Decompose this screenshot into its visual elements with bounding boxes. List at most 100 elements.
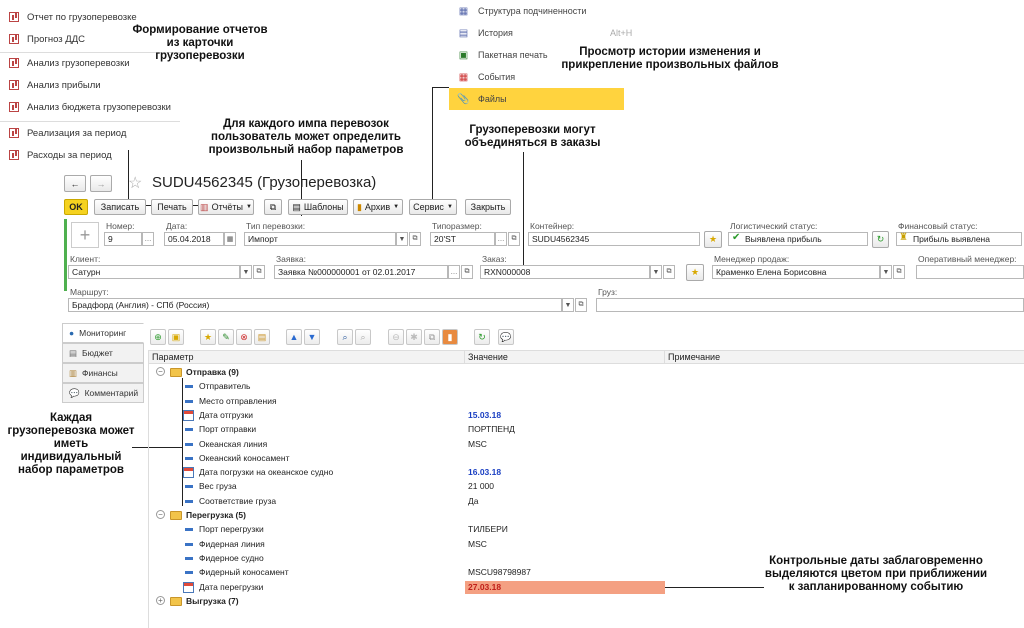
transport-type-field[interactable]: Импорт (244, 232, 396, 246)
order-field[interactable]: RXN000008 (480, 265, 650, 279)
settings-button[interactable]: ✱ (406, 329, 422, 345)
table-row[interactable]: Фидерная линия MSC (150, 538, 1024, 552)
table-group-row[interactable]: − Отправка (9) (150, 366, 1024, 380)
collapse-icon[interactable]: − (156, 510, 165, 519)
op-manager-field[interactable] (916, 265, 1024, 279)
manager-field[interactable]: Краменко Елена Борисовна (712, 265, 880, 279)
collapse-icon[interactable]: − (156, 367, 165, 376)
container-field[interactable]: SUDU4562345 (528, 232, 700, 246)
parameter-value[interactable]: ТИЛБЕРИ (468, 524, 508, 534)
favorite-button[interactable]: ★ (200, 329, 216, 345)
table-row[interactable]: Дата перегрузки 27.03.18 (150, 580, 1024, 595)
add-photo-button[interactable]: + (71, 222, 99, 248)
move-up-button[interactable]: ▲ (286, 329, 302, 345)
expand-icon[interactable]: + (156, 595, 165, 605)
log-status-field[interactable]: Выявлена прибыль (728, 232, 868, 246)
close-button[interactable]: Закрыть (465, 199, 511, 215)
date-field[interactable]: 05.04.2018 (164, 232, 224, 246)
menu-item-report[interactable]: Отчет по грузоперевозке (0, 6, 137, 28)
open-icon[interactable]: ⧉ (893, 265, 905, 279)
parameter-value[interactable]: MSC (468, 439, 487, 449)
parameter-value[interactable]: 15.03.18 (468, 410, 501, 420)
request-select-button[interactable]: … (448, 265, 460, 279)
table-row[interactable]: Вес груза 21 000 (150, 480, 1024, 494)
calendar-button[interactable]: ▦ (224, 232, 236, 246)
number-select-button[interactable]: … (142, 232, 154, 246)
delete-button[interactable]: ⊗ (236, 329, 252, 345)
column-header-value[interactable]: Значение (468, 352, 508, 362)
edit-button[interactable]: ✎ (218, 329, 234, 345)
add-row-button[interactable]: ⊕ (150, 329, 166, 345)
table-row[interactable]: Дата отгрузки 15.03.18 (150, 409, 1024, 423)
copy-button[interactable]: ⧉ (264, 199, 282, 215)
favorite-star-icon[interactable]: ☆ (128, 173, 142, 193)
tab-monitoring[interactable]: ● Мониторинг (62, 323, 144, 343)
tab-comment[interactable]: 💬 Комментарий (62, 383, 144, 403)
parameter-value[interactable]: MSC (468, 539, 487, 549)
table-row[interactable]: Океанская линия MSC (150, 438, 1024, 452)
menu-item-history[interactable]: ▤ История Alt+H (449, 22, 633, 44)
menu-item-profit[interactable]: Анализ прибыли (0, 74, 101, 96)
table-row[interactable]: Соответствие груза Да (150, 495, 1024, 509)
table-row[interactable]: Океанский коносамент (150, 452, 1024, 466)
print-button[interactable]: Печать (151, 199, 193, 215)
reports-button[interactable]: ▥ Отчёты ▼ (198, 199, 254, 215)
parameter-value[interactable]: Да (468, 496, 478, 506)
back-button[interactable]: ← (64, 175, 86, 192)
menu-item-structure[interactable]: ▦ Структура подчиненности (449, 0, 624, 22)
tab-budget[interactable]: ▤ Бюджет (62, 343, 144, 363)
table-row[interactable]: Место отправления (150, 395, 1024, 409)
fin-status-field[interactable]: Прибыль выявлена (896, 232, 1022, 246)
parameter-value[interactable]: 16.03.18 (468, 467, 501, 477)
refresh-button[interactable]: ↻ (872, 231, 889, 248)
table-row[interactable]: Фидерный коносамент MSCU98798987 (150, 566, 1024, 580)
search-clear-button[interactable]: ⌕ (355, 329, 371, 345)
refresh-table-button[interactable]: ↻ (474, 329, 490, 345)
table-group-row[interactable]: − Перегрузка (5) (150, 509, 1024, 523)
filter-button[interactable]: ⊖ (388, 329, 404, 345)
chevron-down-icon[interactable]: ▼ (562, 298, 574, 312)
parameter-value[interactable]: ПОРТПЕНД (468, 424, 515, 434)
menu-item-dds-forecast[interactable]: Прогноз ДДС (0, 28, 85, 50)
chevron-down-icon[interactable]: ▼ (880, 265, 892, 279)
tab-finance[interactable]: ▥ Финансы (62, 363, 144, 383)
route-field[interactable]: Брадфорд (Англия) - СПб (Россия) (68, 298, 562, 312)
table-row[interactable]: Отправитель (150, 380, 1024, 394)
request-field[interactable]: Заявка №000000001 от 02.01.2017 (274, 265, 448, 279)
service-button[interactable]: Сервис ▼ (409, 199, 457, 215)
client-field[interactable]: Сатурн (68, 265, 240, 279)
export-button[interactable]: ▮ (442, 329, 458, 345)
parameter-value[interactable]: 21 000 (468, 481, 494, 491)
menu-item-expenses[interactable]: Расходы за период (0, 144, 112, 166)
ok-button[interactable]: OK (64, 199, 88, 215)
save-button[interactable]: Записать (94, 199, 146, 215)
open-icon[interactable]: ⧉ (508, 232, 520, 246)
search-button[interactable]: ⌕ (337, 329, 353, 345)
parameter-value[interactable]: 27.03.18 (465, 580, 665, 594)
table-row[interactable]: Дата погрузки на океанское судно 16.03.18 (150, 466, 1024, 480)
move-down-button[interactable]: ▼ (304, 329, 320, 345)
menu-item-analysis[interactable]: Анализ грузоперевозки (0, 52, 130, 74)
column-header-note[interactable]: Примечание (668, 352, 720, 362)
table-row[interactable]: Порт отправки ПОРТПЕНД (150, 423, 1024, 437)
templates-button[interactable]: ▤ Шаблоны (288, 199, 348, 215)
parameter-value[interactable]: MSCU98798987 (468, 567, 531, 577)
column-header-parameter[interactable]: Параметр (152, 352, 194, 362)
open-icon[interactable]: ⧉ (663, 265, 675, 279)
archive-button[interactable]: ▮ Архив ▼ (353, 199, 403, 215)
star-button[interactable]: ★ (686, 264, 704, 281)
add-folder-button[interactable]: ▣ (168, 329, 184, 345)
size-select-button[interactable]: … (495, 232, 507, 246)
table-group-row[interactable]: + Выгрузка (7) (150, 595, 1024, 609)
star-button[interactable]: ★ (704, 231, 722, 248)
open-icon[interactable]: ⧉ (575, 298, 587, 312)
chevron-down-icon[interactable]: ▼ (650, 265, 662, 279)
cargo-field[interactable] (596, 298, 1024, 312)
menu-item-budget[interactable]: Анализ бюджета грузоперевозки (0, 96, 171, 118)
open-icon[interactable]: ⧉ (253, 265, 265, 279)
chevron-down-icon[interactable]: ▼ (396, 232, 408, 246)
table-row[interactable]: Фидерное судно (150, 552, 1024, 566)
open-icon[interactable]: ⧉ (461, 265, 473, 279)
size-field[interactable]: 20'ST (430, 232, 495, 246)
comment-button[interactable]: 💬 (498, 329, 514, 345)
